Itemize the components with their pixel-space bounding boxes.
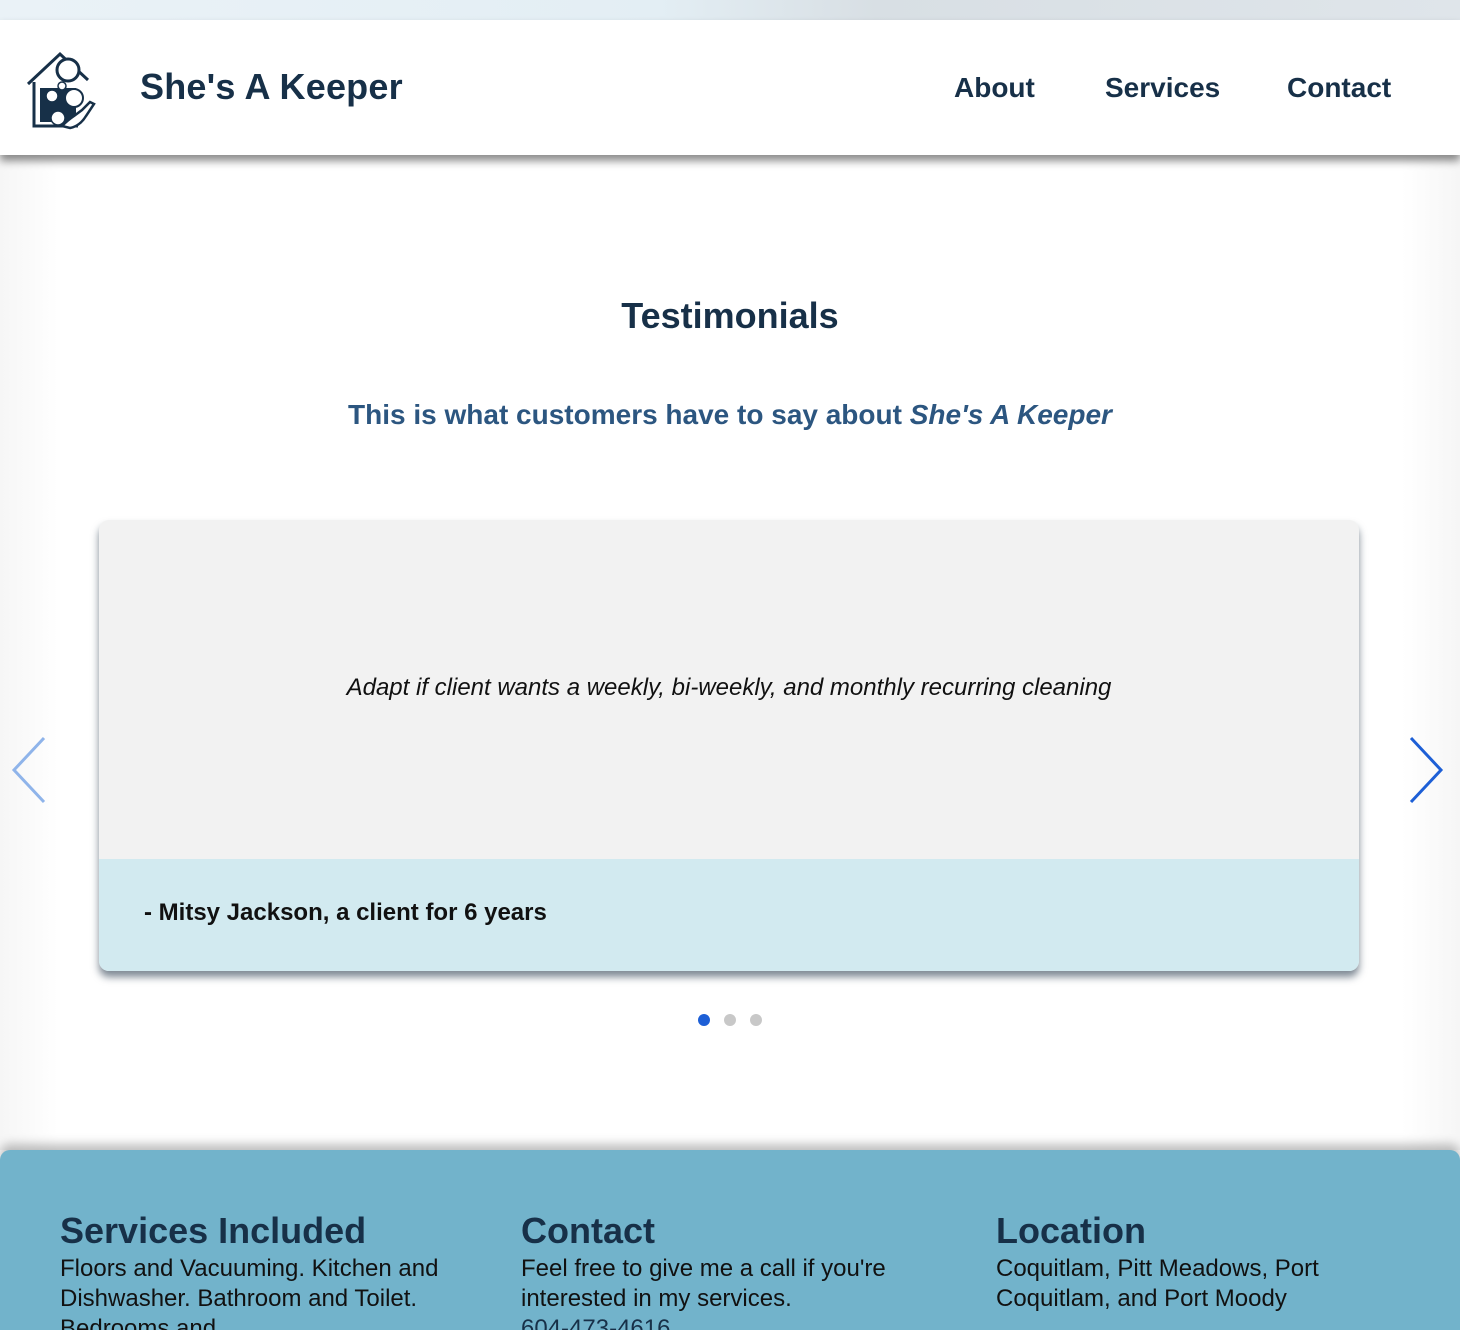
subtitle-text: This is what customers have to say about: [348, 399, 910, 430]
footer-services-title: Services Included: [60, 1210, 367, 1251]
subtitle-brand: She's A Keeper: [909, 399, 1112, 430]
section-subtitle: This is what customers have to say about…: [0, 399, 1460, 431]
carousel-dot-2[interactable]: [724, 1014, 736, 1026]
section-title: Testimonials: [621, 295, 839, 336]
footer-services-text: Floors and Vacuuming. Kitchen and Dishwa…: [60, 1255, 439, 1330]
footer-contact-title: Contact: [521, 1210, 655, 1251]
nav-about[interactable]: About: [954, 72, 1035, 104]
chevron-right-icon[interactable]: [1407, 735, 1447, 805]
top-strip: [0, 0, 1460, 20]
footer-location-text: Coquitlam, Pitt Meadows, Port Coquitlam,…: [996, 1255, 1319, 1312]
footer-location: Location Coquitlam, Pitt Meadows, Port C…: [996, 1210, 1416, 1314]
footer-location-title: Location: [996, 1210, 1146, 1251]
testimonials-section: Testimonials This is what customers have…: [0, 155, 1460, 1150]
brand-name[interactable]: She's A Keeper: [140, 66, 403, 108]
carousel-dot-3[interactable]: [750, 1014, 763, 1026]
testimonial-card: Adapt if client wants a weekly, bi-weekl…: [99, 520, 1359, 971]
house-bubbles-icon[interactable]: [22, 46, 100, 130]
nav-services[interactable]: Services: [1105, 72, 1220, 104]
carousel-dots: [0, 1013, 1460, 1027]
footer-phone-link[interactable]: 604-473-4616: [521, 1315, 670, 1330]
testimonial-author: - Mitsy Jackson, a client for 6 years: [144, 899, 547, 926]
nav-contact[interactable]: Contact: [1287, 72, 1391, 104]
footer-contact: Contact Feel free to give me a call if y…: [521, 1210, 961, 1330]
testimonial-quote: Adapt if client wants a weekly, bi-weekl…: [346, 674, 1112, 701]
chevron-left-icon[interactable]: [8, 735, 48, 805]
site-header: She's A Keeper About Services Contact: [0, 20, 1460, 155]
carousel-dot-1[interactable]: [697, 1014, 710, 1026]
site-footer: Services Included Floors and Vacuuming. …: [0, 1150, 1460, 1330]
footer-contact-text: Feel free to give me a call if you're in…: [521, 1255, 886, 1312]
footer-services: Services Included Floors and Vacuuming. …: [60, 1210, 480, 1330]
testimonial-author-bar: - Mitsy Jackson, a client for 6 years: [99, 859, 1359, 971]
